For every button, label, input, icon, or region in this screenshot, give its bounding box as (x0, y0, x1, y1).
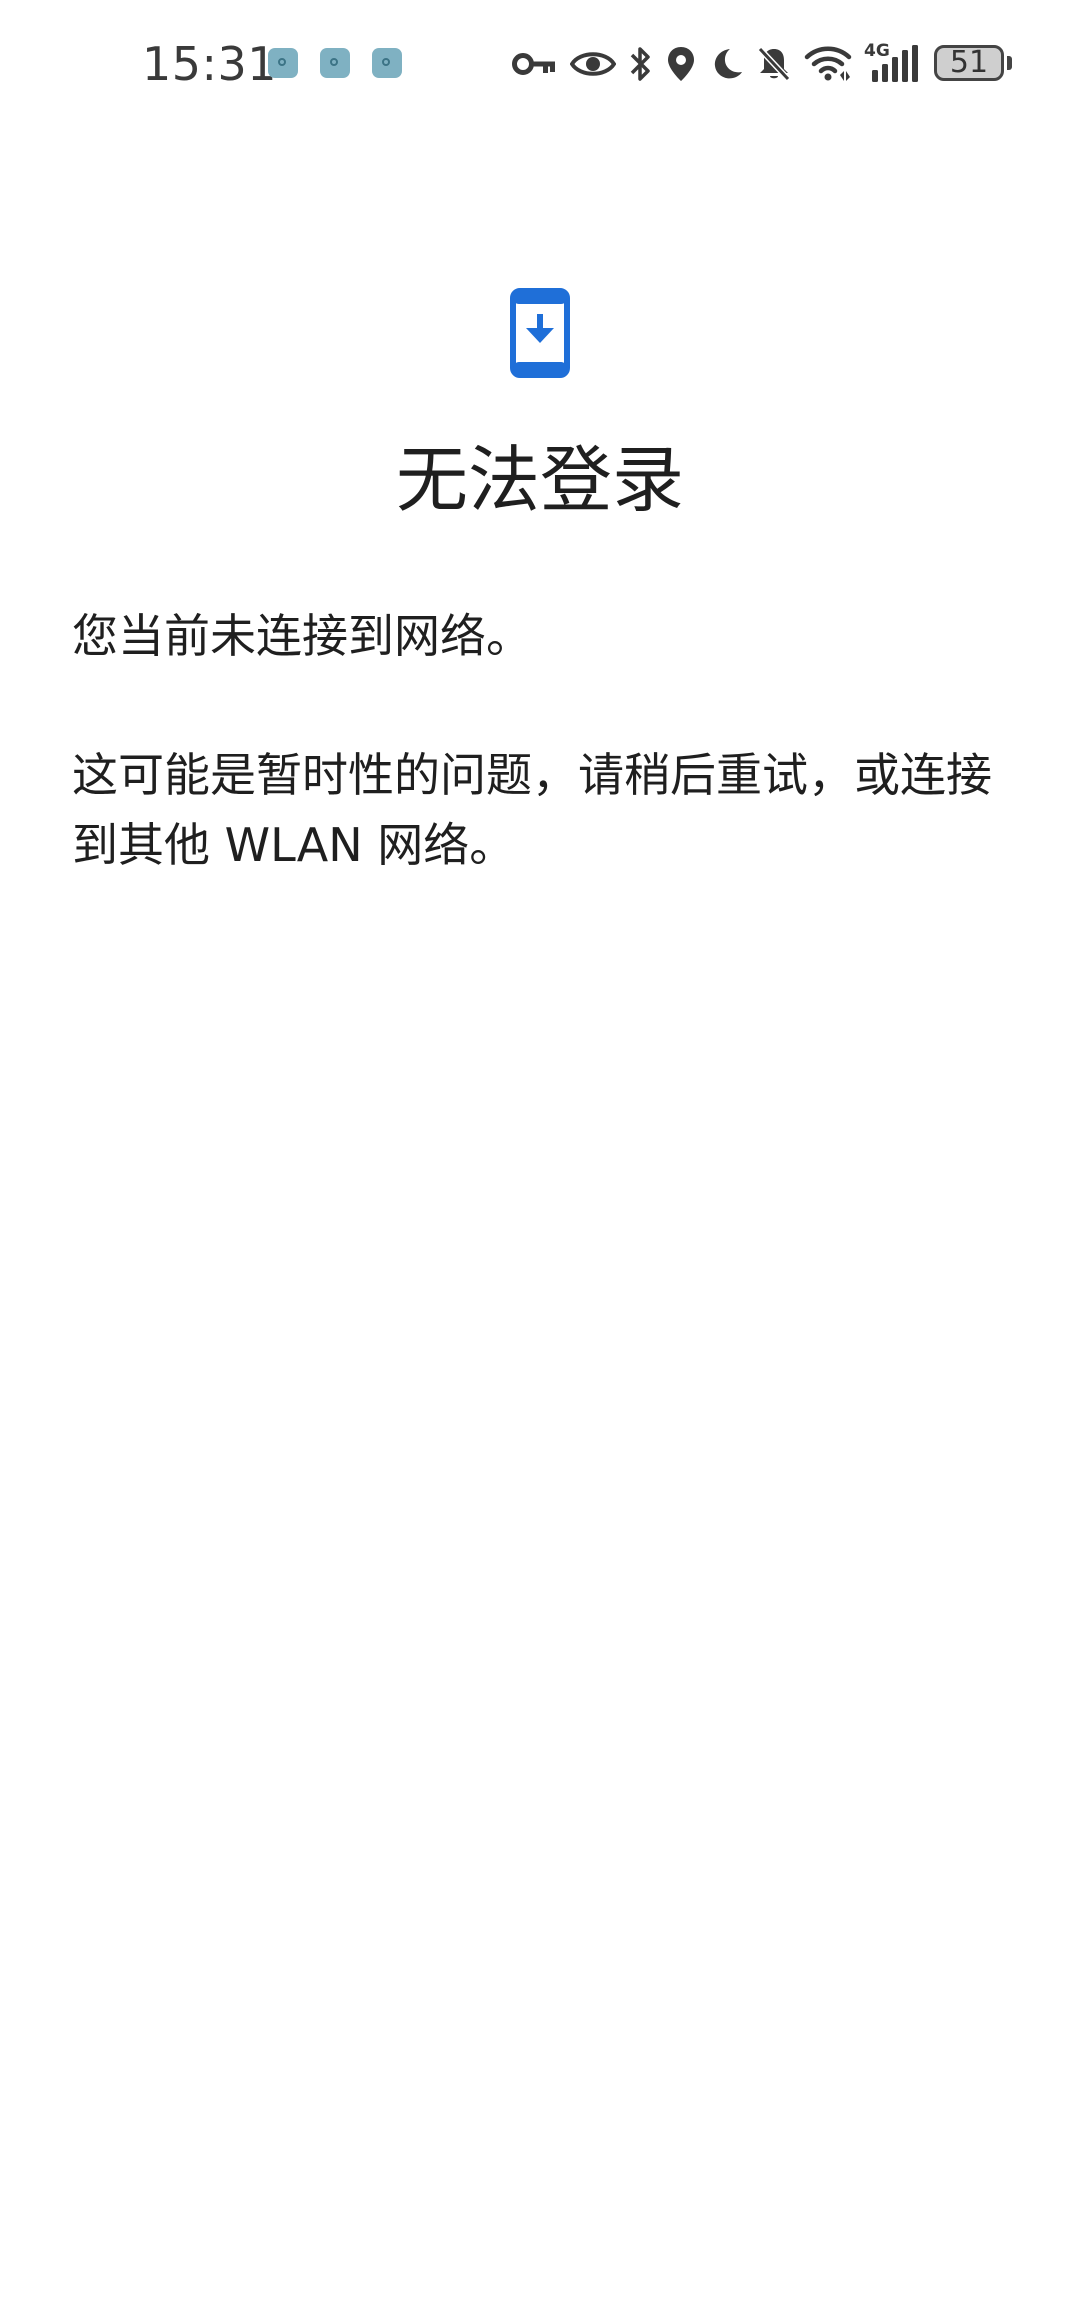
phone-download-icon (510, 288, 570, 378)
page-title: 无法登录 (395, 438, 684, 522)
offline-message: 您当前未连接到网络。 (72, 609, 532, 663)
login-error-screen: 无法登录 您当前未连接到网络。 这可能是暂时性的问题，请稍后重试，或连接到其他 … (0, 0, 1080, 2310)
retry-hint-message: 这可能是暂时性的问题，请稍后重试，或连接到其他 WLAN 网络。 (72, 748, 992, 872)
